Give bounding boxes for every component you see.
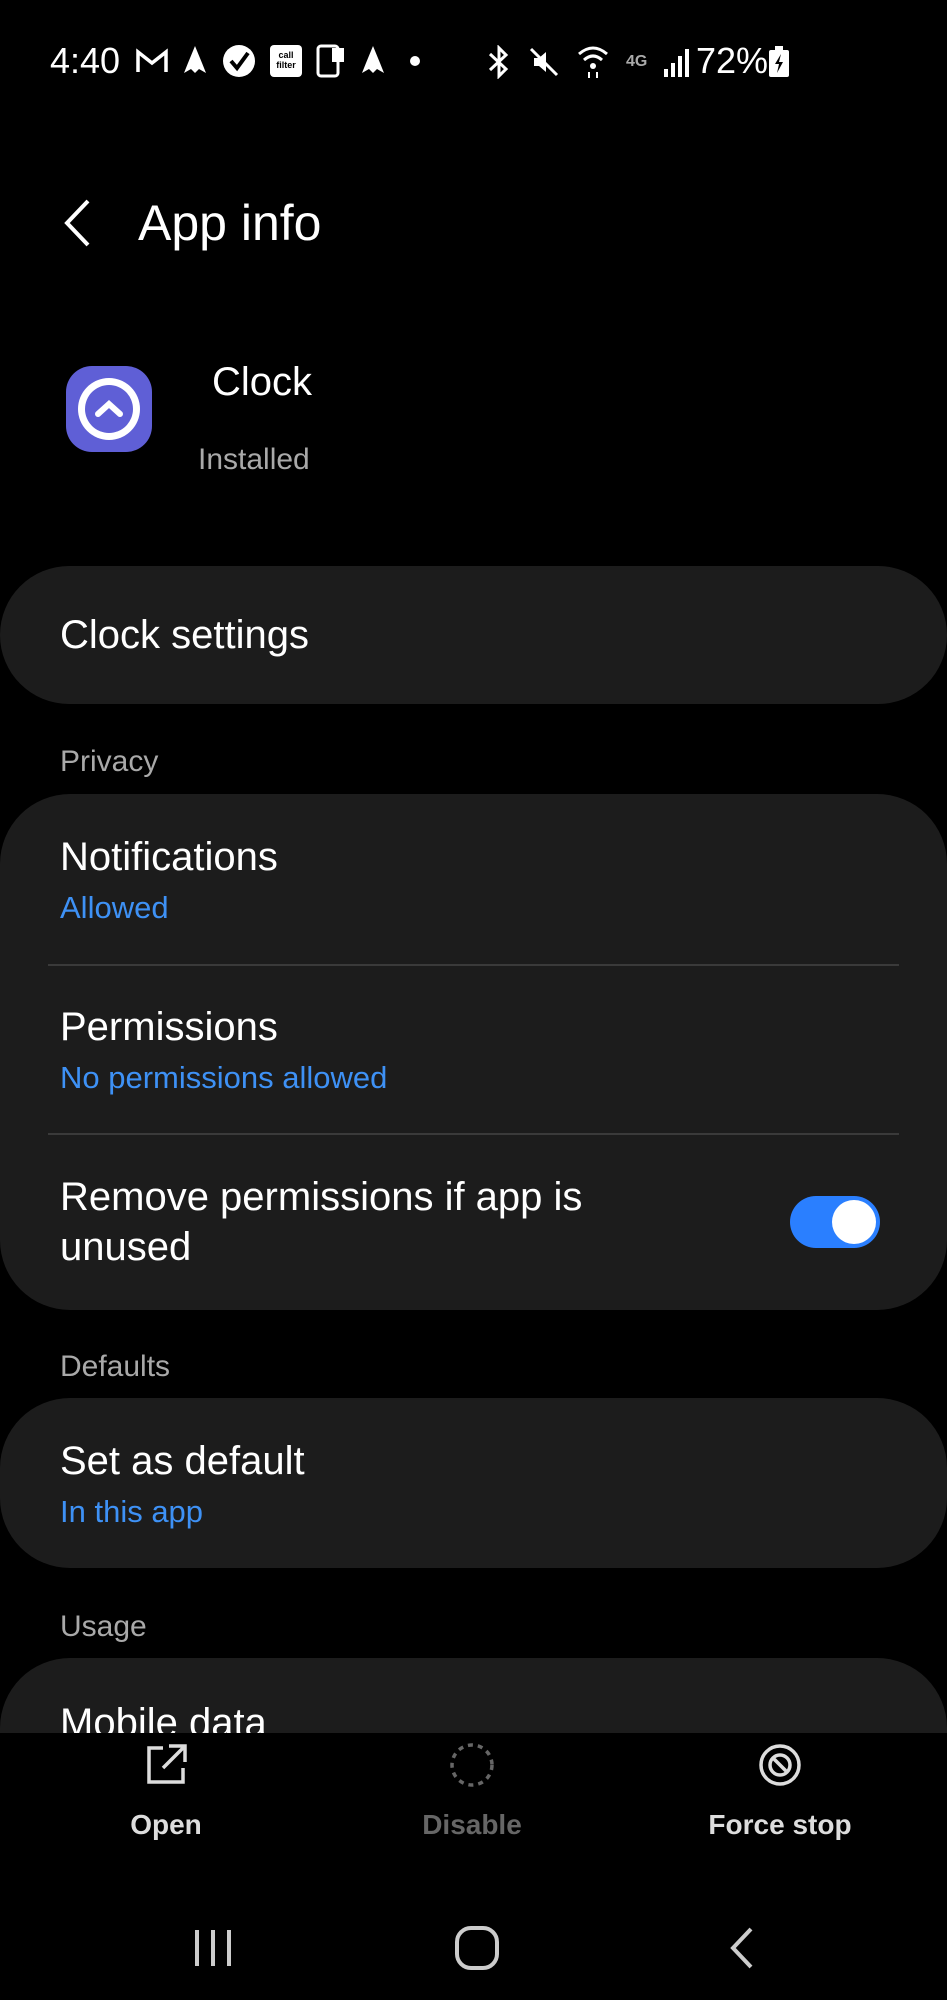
remove-permissions-title-1: Remove permissions if app is — [60, 1175, 583, 1219]
navigation-bar — [0, 1900, 947, 2000]
bluetooth-icon — [488, 45, 509, 79]
clock-settings-label: Clock settings — [60, 613, 309, 657]
battery-percent: 72% — [696, 40, 769, 81]
mute-icon — [529, 47, 559, 77]
home-icon — [455, 1926, 499, 1970]
open-button[interactable]: Open — [56, 1735, 276, 1841]
rocket-icon — [184, 46, 206, 73]
toggle-knob — [832, 1200, 876, 1244]
open-label: Open — [130, 1809, 202, 1840]
divider — [48, 1133, 899, 1135]
remove-permissions-title-2: unused — [60, 1225, 192, 1269]
app-name: Clock — [212, 360, 313, 404]
section-label-defaults: Defaults — [60, 1350, 171, 1383]
divider — [48, 964, 899, 966]
notifications-title: Notifications — [60, 835, 278, 879]
block-icon — [759, 1744, 801, 1786]
back-button[interactable] — [52, 195, 102, 251]
usage-card[interactable]: Mobile data — [0, 1658, 947, 1733]
section-label-usage: Usage — [60, 1610, 147, 1643]
chevron-left-icon — [64, 199, 90, 247]
status-bar: 4:40 call filter 4G 72% — [0, 0, 947, 125]
chevron-up-icon — [85, 385, 133, 433]
sim-icon — [316, 44, 344, 78]
permissions-value: No permissions allowed — [60, 1060, 388, 1095]
notification-icons: call filter — [136, 44, 430, 78]
clock-settings-card[interactable]: Clock settings — [0, 566, 947, 704]
remove-permissions-toggle[interactable] — [790, 1196, 880, 1248]
permissions-title: Permissions — [60, 1005, 278, 1049]
call-filter-icon: call filter — [270, 45, 302, 77]
notifications-item[interactable]: Notifications Allowed — [60, 832, 887, 926]
battery-icon — [769, 46, 789, 77]
force-stop-label: Force stop — [708, 1809, 852, 1840]
disable-icon — [450, 1743, 494, 1787]
dot-icon — [410, 56, 420, 66]
app-icon — [66, 366, 152, 452]
check-icon — [223, 45, 255, 77]
force-stop-button[interactable]: Force stop — [670, 1735, 890, 1841]
permissions-item[interactable]: Permissions No permissions allowed — [60, 1002, 887, 1096]
bottom-action-bar: Open Disable Force stop — [0, 1735, 947, 1865]
section-label-privacy: Privacy — [60, 745, 159, 778]
status-time: 4:40 — [50, 40, 121, 81]
page-title: App info — [138, 195, 322, 251]
wifi-icon — [578, 46, 608, 78]
remove-permissions-item[interactable]: Remove permissions if app is unused — [60, 1172, 747, 1272]
set-default-title: Set as default — [60, 1439, 305, 1483]
back-icon — [730, 1927, 753, 1969]
nav-back-button[interactable] — [702, 1918, 782, 1978]
open-external-icon — [147, 1744, 187, 1784]
notifications-value: Allowed — [60, 890, 169, 925]
home-button[interactable] — [437, 1918, 517, 1978]
4g-icon: 4G — [626, 53, 648, 70]
defaults-card[interactable]: Set as default In this app — [0, 1398, 947, 1568]
rocket-icon — [362, 46, 384, 73]
gmail-icon — [136, 48, 168, 72]
recent-apps-button[interactable] — [173, 1918, 253, 1978]
disable-label: Disable — [422, 1809, 522, 1840]
signal-icon — [664, 49, 690, 77]
set-default-value: In this app — [60, 1494, 204, 1529]
recent-apps-icon — [195, 1930, 231, 1966]
mobile-data-title: Mobile data — [60, 1701, 267, 1733]
disable-button: Disable — [362, 1735, 582, 1841]
app-status: Installed — [198, 443, 310, 476]
